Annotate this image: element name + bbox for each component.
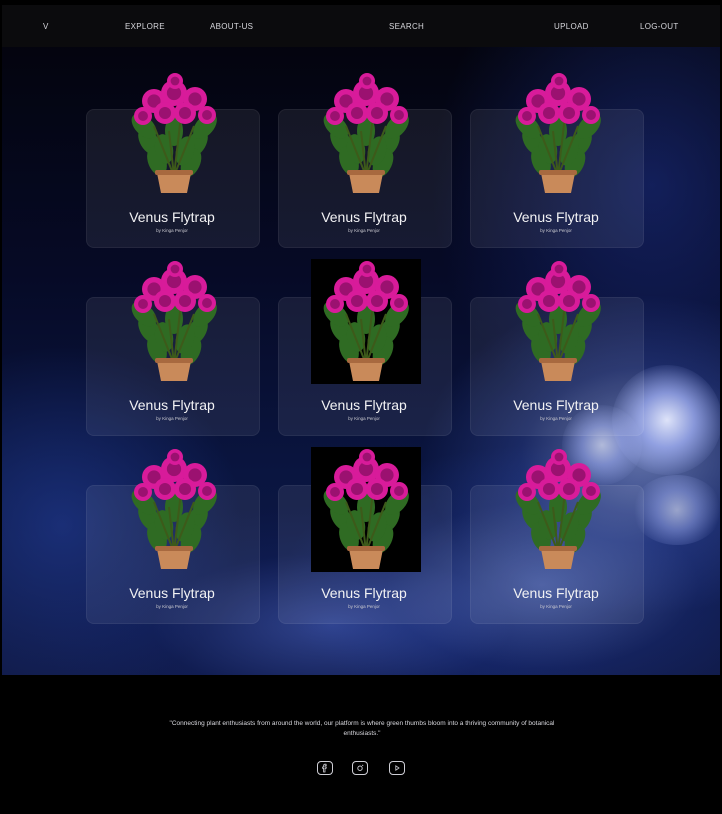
card-title[interactable]: Venus Flytrap (278, 585, 450, 601)
blurred-flower (632, 475, 720, 545)
instagram-icon[interactable] (352, 761, 368, 775)
plant-image[interactable] (503, 71, 613, 196)
card-title[interactable]: Venus Flytrap (278, 397, 450, 413)
plant-image[interactable] (503, 447, 613, 572)
card-title[interactable]: Venus Flytrap (470, 209, 642, 225)
nav-upload[interactable]: UPLOAD (554, 22, 589, 31)
footer-quote: "Connecting plant enthusiasts from aroun… (169, 720, 555, 737)
plant-image[interactable] (503, 259, 613, 384)
card-title[interactable]: Venus Flytrap (278, 209, 450, 225)
facebook-icon[interactable] (317, 761, 333, 775)
plant-image[interactable] (119, 259, 229, 384)
plant-image[interactable] (119, 447, 229, 572)
footer: "Connecting plant enthusiasts from aroun… (2, 675, 720, 810)
card-title[interactable]: Venus Flytrap (86, 209, 258, 225)
plant-image[interactable] (311, 447, 421, 572)
card-author: by Kinga Penjor (156, 228, 188, 233)
card-author: by Kinga Penjor (540, 604, 572, 609)
card-author: by Kinga Penjor (348, 228, 380, 233)
card-author: by Kinga Penjor (348, 604, 380, 609)
page: V EXPLORE ABOUT-US SEARCH UPLOAD LOG-OUT… (2, 5, 720, 810)
top-nav: V EXPLORE ABOUT-US SEARCH UPLOAD LOG-OUT (2, 5, 720, 47)
card-author: by Kinga Penjor (540, 228, 572, 233)
nav-about-us[interactable]: ABOUT-US (210, 22, 253, 31)
card-title[interactable]: Venus Flytrap (86, 397, 258, 413)
nav-search[interactable]: SEARCH (389, 22, 424, 31)
plant-image[interactable] (311, 259, 421, 384)
card-author: by Kinga Penjor (156, 416, 188, 421)
plant-image[interactable] (119, 71, 229, 196)
nav-explore[interactable]: EXPLORE (125, 22, 165, 31)
nav-log-out[interactable]: LOG-OUT (640, 22, 679, 31)
youtube-icon[interactable] (389, 761, 405, 775)
card-author: by Kinga Penjor (156, 604, 188, 609)
plant-image[interactable] (311, 71, 421, 196)
card-author: by Kinga Penjor (348, 416, 380, 421)
card-author: by Kinga Penjor (540, 416, 572, 421)
card-title[interactable]: Venus Flytrap (470, 585, 642, 601)
logo[interactable]: V (43, 22, 49, 31)
card-title[interactable]: Venus Flytrap (470, 397, 642, 413)
card-title[interactable]: Venus Flytrap (86, 585, 258, 601)
